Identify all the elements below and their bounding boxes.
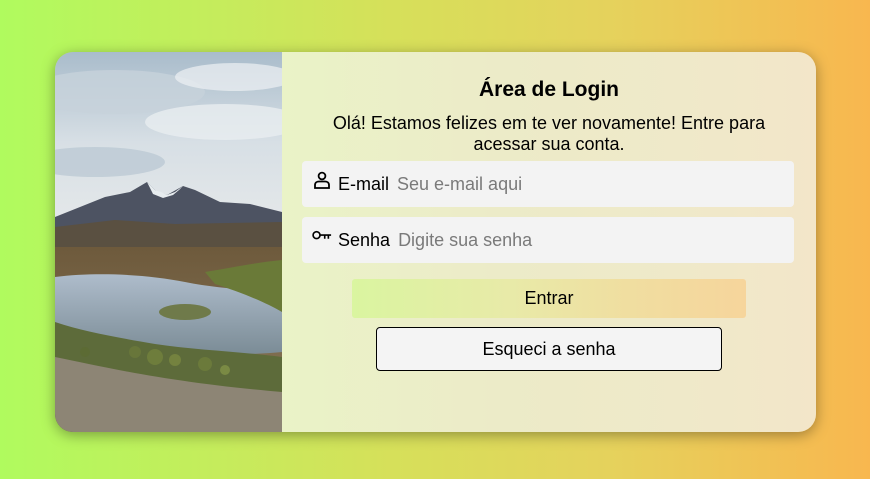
- person-icon: [312, 170, 332, 190]
- login-title: Área de Login: [478, 78, 620, 101]
- login-button[interactable]: Entrar: [352, 279, 746, 318]
- email-input[interactable]: [397, 173, 794, 195]
- password-field[interactable]: Senha: [302, 217, 794, 263]
- login-panel: Área de Login Olá! Estamos felizes em te…: [282, 52, 816, 432]
- login-card: Área de Login Olá! Estamos felizes em te…: [55, 52, 816, 432]
- forgot-password-button[interactable]: Esqueci a senha: [376, 327, 722, 371]
- email-label: E-mail: [338, 173, 390, 194]
- password-input[interactable]: [398, 229, 794, 251]
- key-icon: [312, 226, 332, 246]
- login-subtitle: Olá! Estamos felizes em te ver novamente…: [332, 113, 766, 154]
- password-label: Senha: [338, 229, 391, 250]
- landscape-image: [55, 52, 282, 432]
- email-field[interactable]: E-mail: [302, 161, 794, 207]
- mountain-landscape-photo: [55, 52, 282, 432]
